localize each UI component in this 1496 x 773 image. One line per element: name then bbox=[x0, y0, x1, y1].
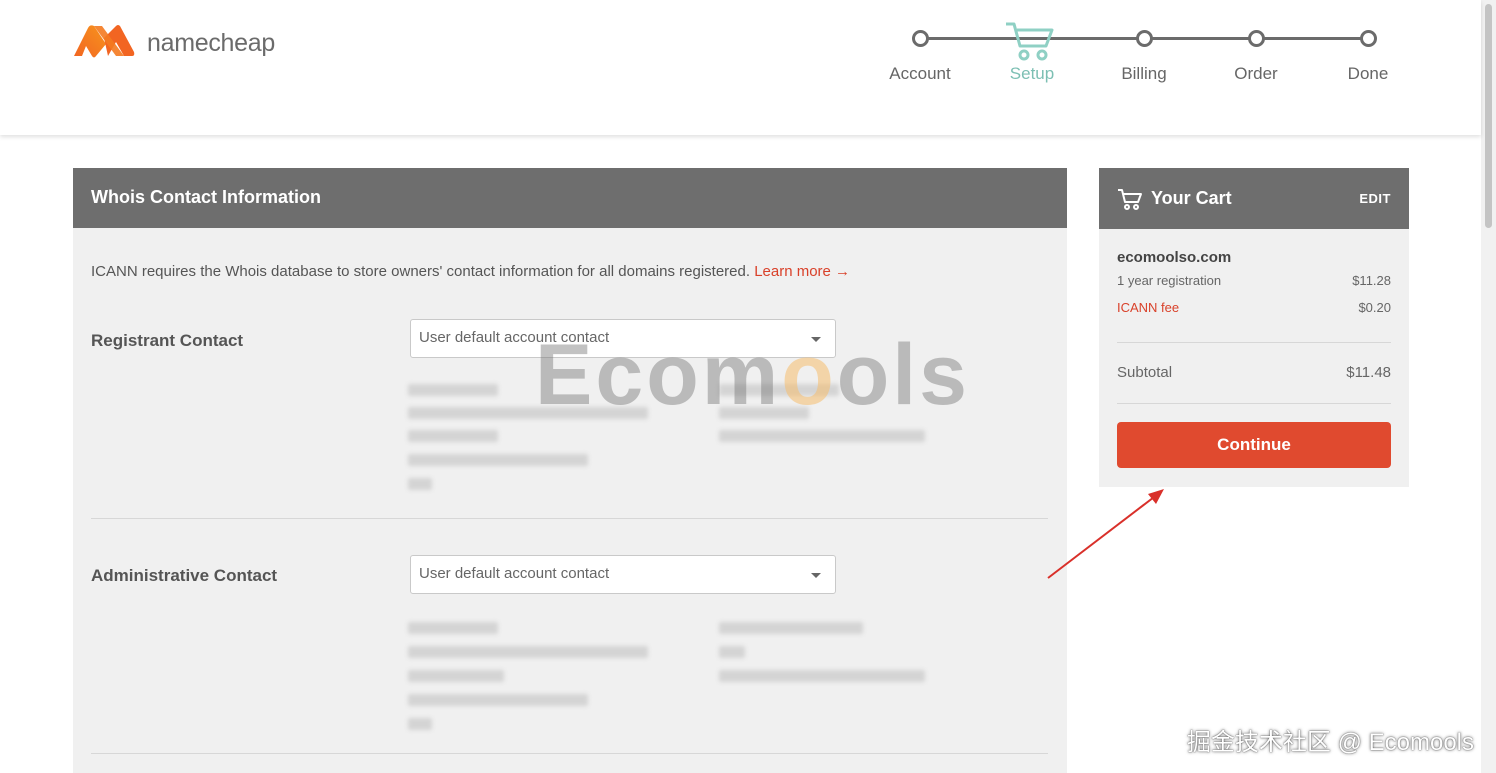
learn-more-link[interactable]: Learn more → bbox=[754, 263, 850, 280]
footer-watermark: 掘金技术社区 @ Ecomools bbox=[1186, 729, 1474, 756]
subtotal-label: Subtotal bbox=[1117, 364, 1173, 381]
logo-text: namecheap bbox=[147, 28, 275, 57]
cart-divider bbox=[1117, 342, 1391, 343]
page-scrollbar[interactable] bbox=[1481, 0, 1496, 773]
cart-icon bbox=[1118, 188, 1142, 210]
continue-button[interactable]: Continue bbox=[1117, 422, 1391, 468]
registrant-contact-select[interactable]: User default account contact bbox=[410, 319, 836, 358]
whois-intro: ICANN requires the Whois database to sto… bbox=[91, 263, 850, 280]
cart-divider bbox=[1117, 403, 1391, 404]
step-order: Order bbox=[1234, 64, 1278, 83]
whois-intro-text: ICANN requires the Whois database to sto… bbox=[91, 263, 751, 280]
step-done: Done bbox=[1347, 64, 1389, 83]
scrollbar-thumb[interactable] bbox=[1485, 4, 1492, 228]
cart-step-icon bbox=[1006, 22, 1054, 61]
step-account[interactable]: Account bbox=[889, 64, 950, 84]
cart-header: Your Cart EDIT bbox=[1099, 168, 1409, 229]
whois-panel: Whois Contact Information ICANN requires… bbox=[73, 168, 1067, 773]
line-item-price: $0.20 bbox=[1358, 300, 1391, 315]
contact-divider bbox=[91, 518, 1048, 519]
namecheap-logo[interactable]: namecheap bbox=[72, 22, 275, 60]
cart-line-item: 1 year registration $11.28 bbox=[1117, 273, 1391, 288]
chevron-down-icon bbox=[811, 337, 821, 342]
top-header: namecheap Account Setup Billing Order Do… bbox=[0, 0, 1481, 135]
administrative-contact-label: Administrative Contact bbox=[91, 566, 278, 585]
administrative-contact-value: User default account contact bbox=[419, 565, 610, 582]
step-dot-billing bbox=[1136, 30, 1153, 47]
cart-panel: Your Cart EDIT ecomoolso.com 1 year regi… bbox=[1099, 168, 1409, 487]
cart-line-item: ICANN fee $0.20 bbox=[1117, 300, 1391, 315]
step-dot-account bbox=[912, 30, 929, 47]
line-item-price: $11.28 bbox=[1352, 273, 1391, 288]
line-item-name: 1 year registration bbox=[1117, 273, 1222, 288]
namecheap-logo-icon bbox=[74, 25, 135, 58]
line-item-name: ICANN fee bbox=[1117, 300, 1180, 315]
chevron-down-icon bbox=[811, 573, 821, 578]
step-dot-done bbox=[1360, 30, 1377, 47]
annotation-arrow bbox=[1047, 489, 1164, 579]
registrant-contact-label: Registrant Contact bbox=[91, 331, 244, 350]
step-billing: Billing bbox=[1121, 64, 1167, 83]
step-setup[interactable]: Setup bbox=[1010, 64, 1054, 84]
subtotal-value: $11.48 bbox=[1346, 364, 1391, 381]
administrative-contact-select[interactable]: User default account contact bbox=[410, 555, 836, 594]
registrant-contact-value: User default account contact bbox=[419, 329, 610, 346]
cart-domain: ecomoolso.com bbox=[1117, 249, 1232, 266]
step-dot-order bbox=[1248, 30, 1265, 47]
checkout-progress: Account Setup Billing Order Done bbox=[880, 20, 1400, 90]
cart-edit-link[interactable]: EDIT bbox=[1359, 191, 1391, 206]
cart-title: Your Cart bbox=[1151, 188, 1232, 208]
whois-panel-title: Whois Contact Information bbox=[73, 168, 1067, 228]
cart-subtotal: Subtotal $11.48 bbox=[1117, 364, 1391, 381]
contact-divider bbox=[91, 753, 1048, 754]
